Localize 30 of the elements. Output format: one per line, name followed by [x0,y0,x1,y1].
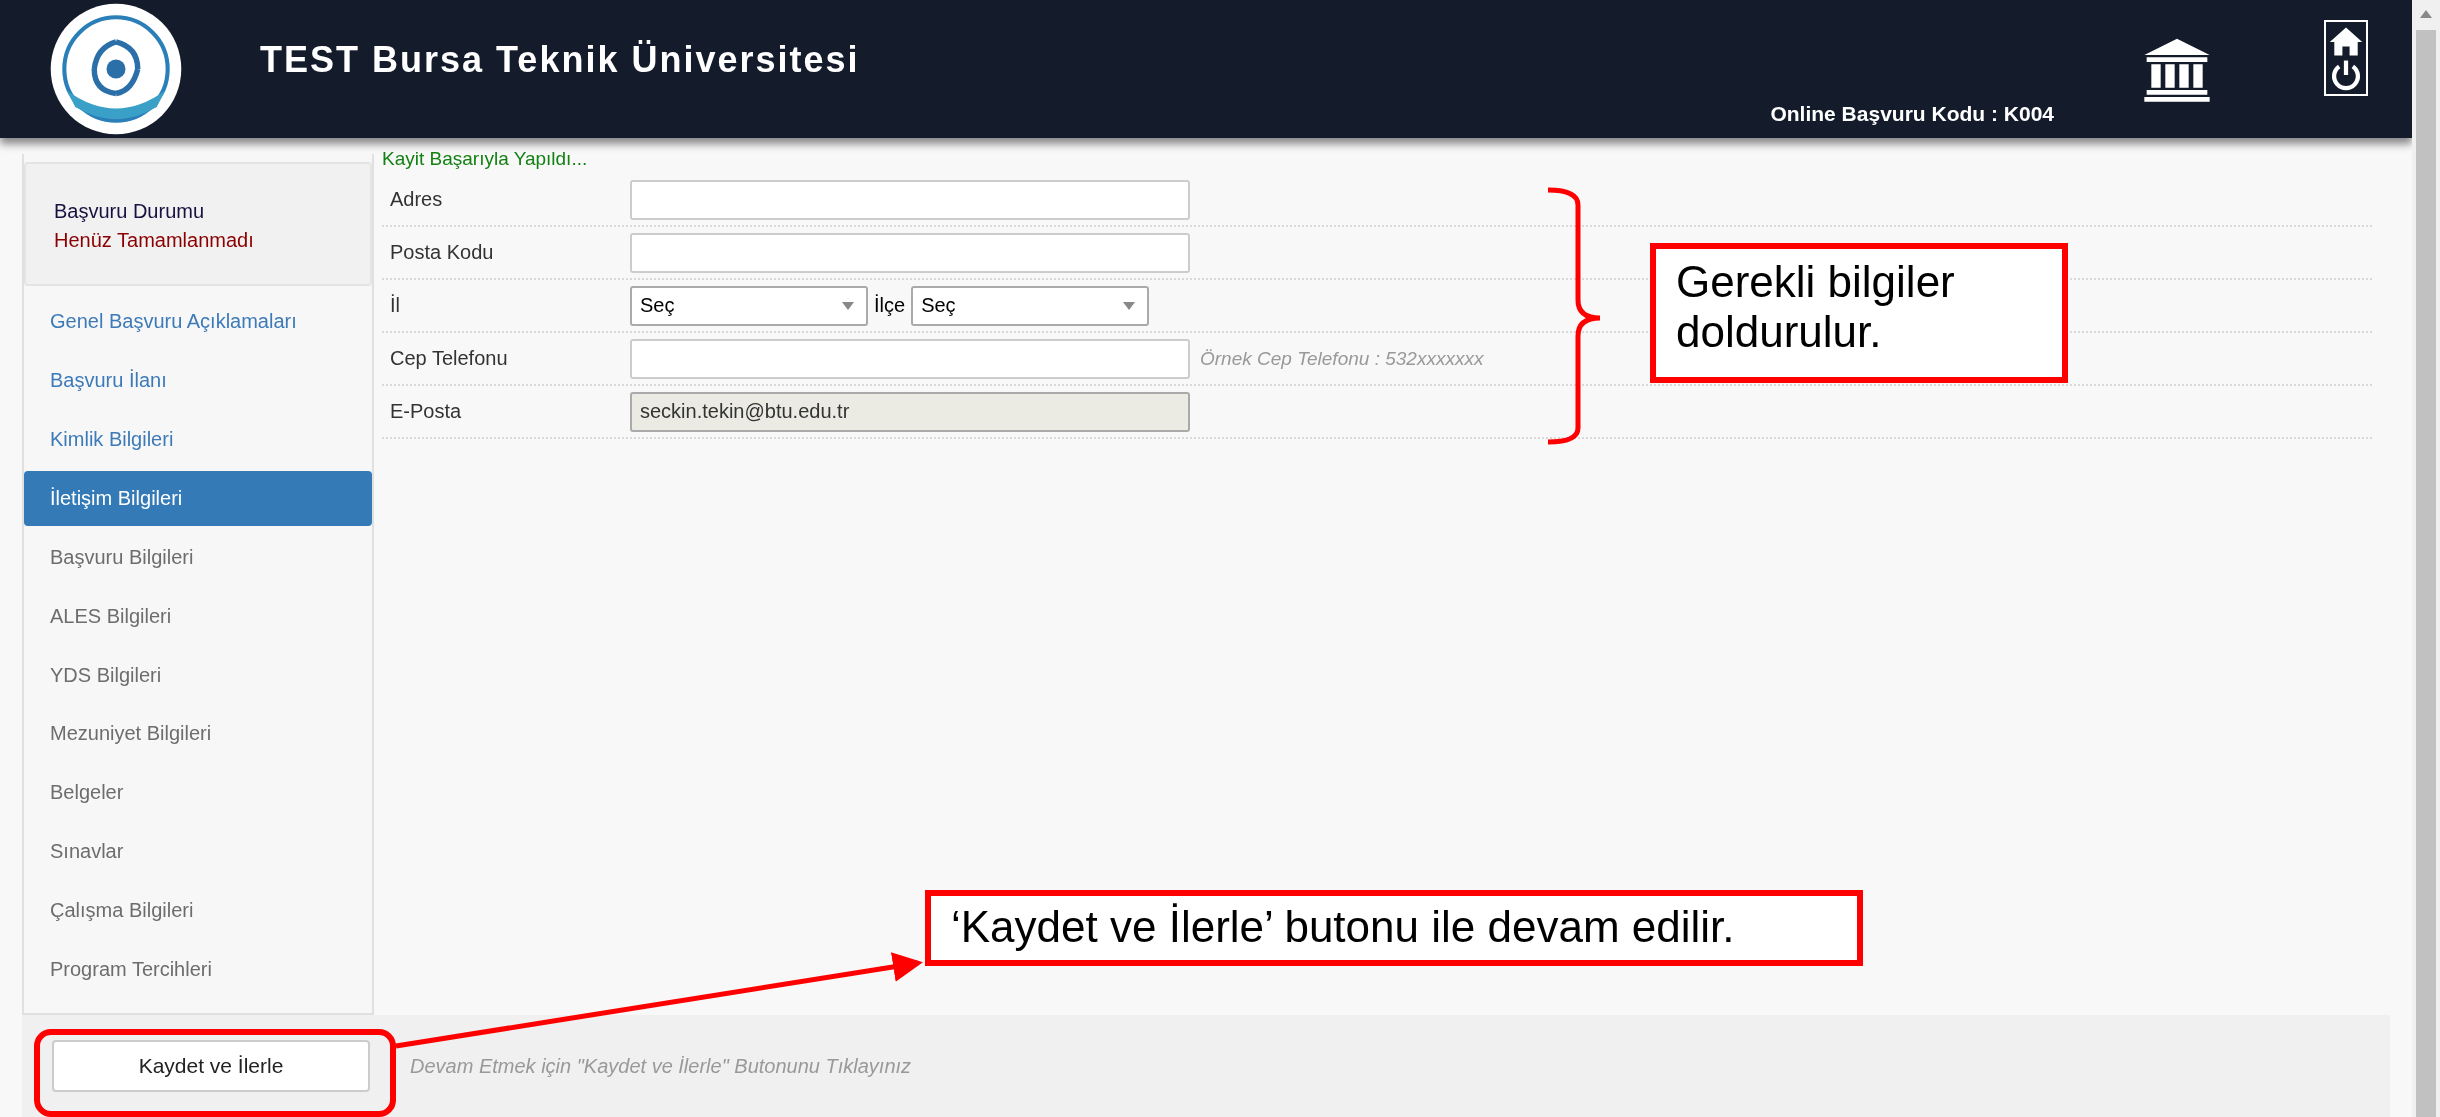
sidebar-item[interactable]: Genel Başvuru Açıklamaları [24,294,372,350]
field-label: İlçe [874,294,906,317]
caret-icon [842,301,854,310]
field-hint: Örnek Cep Telefonu : 532xxxxxxx [1200,347,1484,370]
scrollbar[interactable] [2412,0,2440,1117]
sidebar-item[interactable]: Başvuru İlanı [24,353,372,409]
status-value: Henüz Tamamlanmadı [54,229,255,252]
footer-hint: Devam Etmek için "Kaydet ve İlerle" Butonunu Tıklayınız [410,1054,912,1078]
sidebar-item[interactable]: İletişim Bilgileri [24,470,372,526]
field-label: Posta Kodu [390,241,495,264]
scroll-up-icon[interactable] [2420,10,2432,18]
callout-box: ‘Kaydet ve İlerle’ butonu ile devam edilir. [925,890,1863,966]
field-label: Cep Telefonu [390,347,509,370]
status-label: Başvuru Durumu [54,200,206,223]
field-label: Adres [390,188,444,211]
callout-box: Gerekli bilgiler doldurulur. [1650,243,2068,383]
field-label: E-Posta [390,400,463,423]
caret-icon [1123,301,1136,310]
sidebar-item[interactable]: Kimlik Bilgileri [24,412,372,467]
input-field[interactable] [630,338,1190,379]
save-continue-button[interactable]: Kaydet ve İlerle [52,1040,370,1092]
success-message: Kayit Başarıyla Yapıldı... [382,148,589,171]
university-seal-icon [48,1,184,137]
dropdown[interactable]: Seç [911,285,1150,326]
dropdown[interactable]: Seç [630,285,868,326]
input-field[interactable] [630,179,1190,220]
application-code: Online Başvuru Kodu : K004 [1770,102,2054,126]
input-field[interactable] [630,232,1190,273]
field-label: İl [390,294,401,317]
site-title: TEST Bursa Teknik Üniversitesi [260,39,860,81]
